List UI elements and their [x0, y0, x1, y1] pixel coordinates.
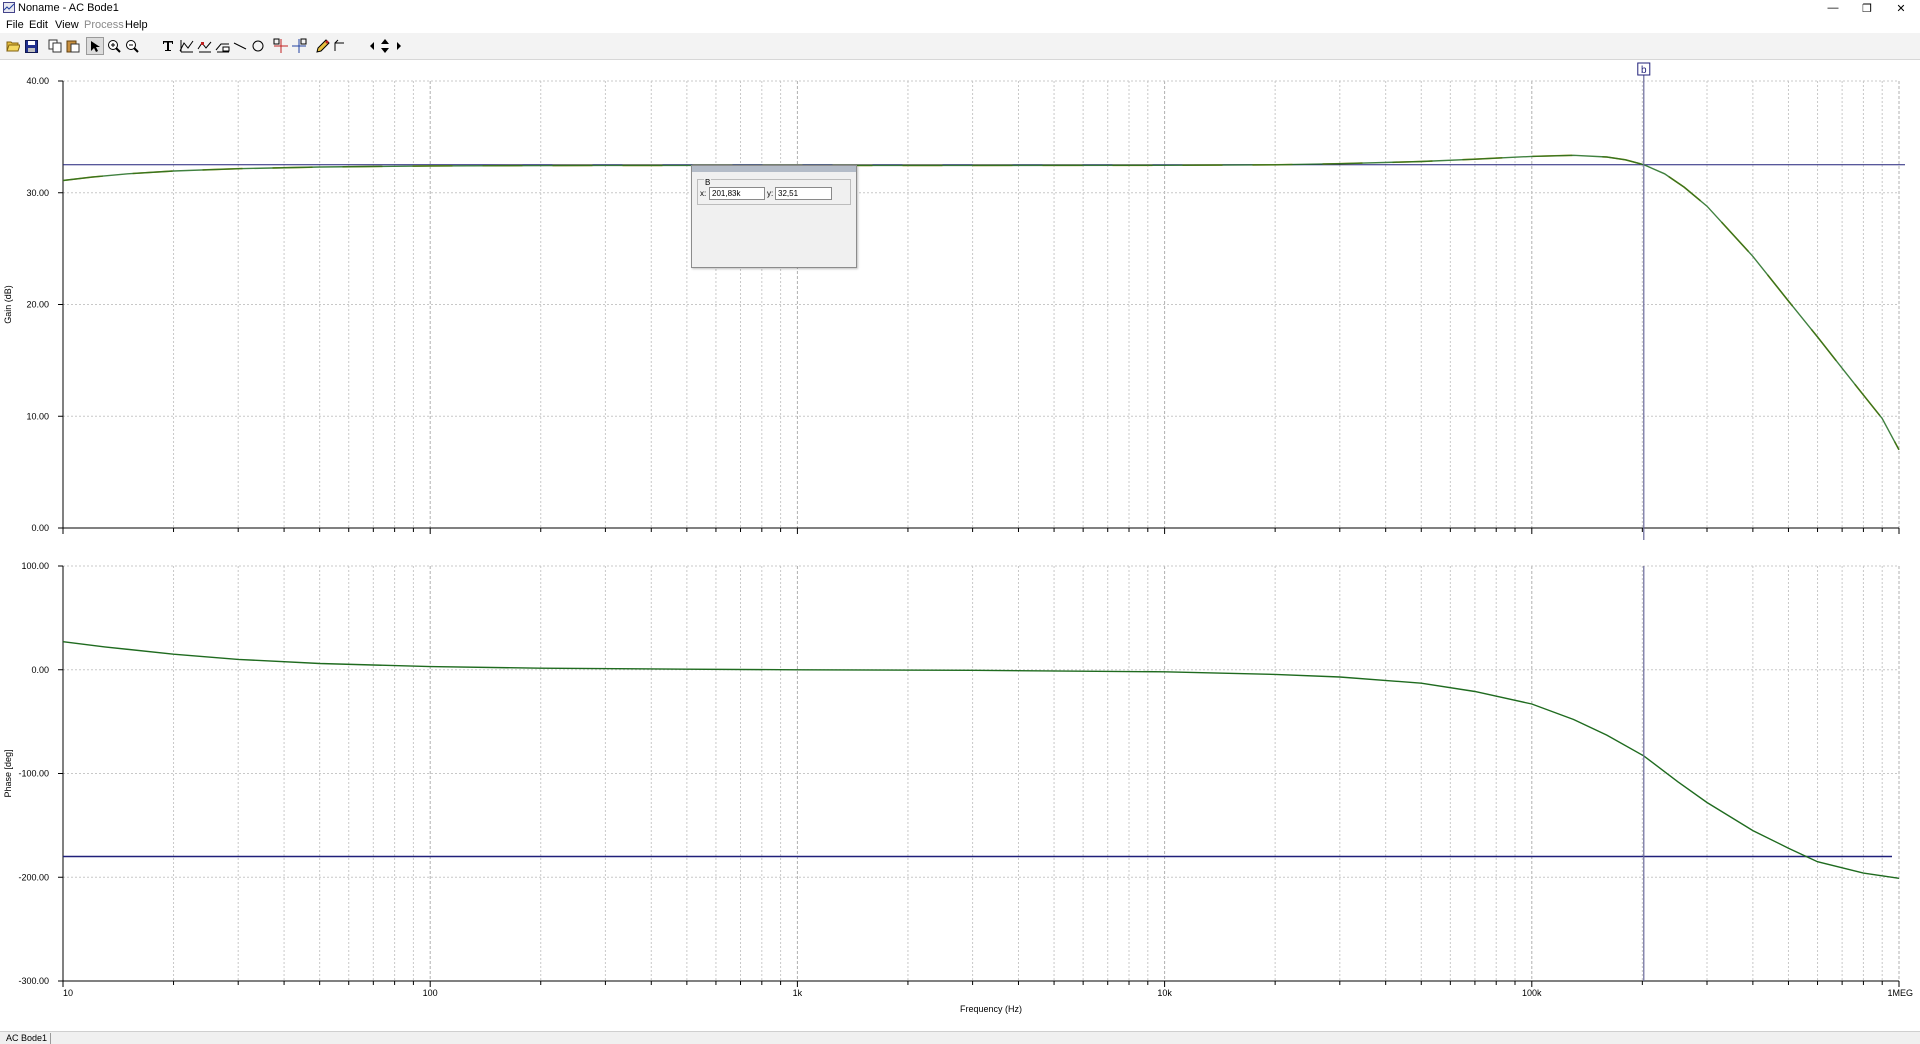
x-tick-label: 1k	[793, 988, 803, 998]
y-tick-label: 10.00	[26, 411, 49, 421]
y-tick-label: -200.00	[18, 872, 49, 882]
phase-panel[interactable]: -300.00 -200.00 -100.00 0.00 100.00 Phase [de…	[3, 561, 1913, 1014]
minimize-icon: —	[1827, 2, 1839, 14]
cursor-handle-label: b	[1641, 65, 1647, 76]
y-label: y:	[767, 189, 774, 198]
zoom-reset-icon[interactable]	[123, 37, 141, 55]
app-icon	[3, 2, 15, 13]
x-axis-label: Frequency (Hz)	[960, 1004, 1022, 1014]
bode-plot-canvas[interactable]: 0.00 10.00 20.00 30.00 40.00 Gain (dB) -300.0…	[0, 61, 1920, 1031]
marker-tool-icon[interactable]	[331, 37, 349, 55]
gain-panel[interactable]: 0.00 10.00 20.00 30.00 40.00 Gain (dB)	[3, 76, 1905, 534]
text-tool-icon[interactable]	[159, 37, 177, 55]
maximize-icon: ❐	[1862, 2, 1872, 15]
y-value-field[interactable]: 32,51	[775, 187, 832, 200]
x-label: x:	[700, 189, 707, 198]
y-axis-label: Gain (dB)	[3, 285, 13, 324]
open-icon[interactable]	[4, 37, 22, 55]
cursor-name: B	[704, 178, 712, 187]
window-title: Noname - AC Bode1	[18, 2, 119, 14]
up-down-icon[interactable]	[378, 37, 392, 55]
gain-trace	[62, 154, 1900, 451]
y-tick-label: 0.00	[31, 665, 49, 675]
menu-help[interactable]: Help	[125, 19, 148, 31]
title-bar: Noname - AC Bode1 — ❐ ✕	[0, 0, 1920, 16]
x-value-field[interactable]: 201,83k	[709, 187, 765, 200]
document-tab[interactable]: AC Bode1	[3, 1033, 52, 1044]
close-icon: ✕	[1896, 2, 1906, 15]
cursor-readout-group: B x: 201,83k y: 32,51	[697, 178, 851, 205]
menu-view[interactable]: View	[55, 19, 79, 31]
y-tick-label: 20.00	[26, 300, 49, 310]
save-icon[interactable]	[22, 37, 40, 55]
ellipse-tool-icon[interactable]	[249, 37, 267, 55]
gain-trace-overlay	[62, 154, 1900, 451]
toolbar	[0, 33, 1920, 60]
x-tick-label: 1MEG	[1887, 988, 1913, 998]
curve-label-icon[interactable]	[213, 37, 231, 55]
y-tick-label: 100.00	[21, 561, 49, 571]
cursor-b-icon[interactable]	[290, 37, 308, 55]
y-tick-label: 30.00	[26, 188, 49, 198]
curve-marker-icon[interactable]	[195, 37, 213, 55]
pencil-icon[interactable]	[313, 37, 331, 55]
x-tick-label: 10k	[1157, 988, 1172, 998]
y-axis-label: Phase [deg]	[3, 749, 13, 797]
paste-icon[interactable]	[64, 37, 82, 55]
menu-file[interactable]: File	[6, 19, 24, 31]
cursor-a-icon[interactable]	[272, 37, 290, 55]
y-tick-label: 0.00	[31, 523, 49, 533]
step-right-icon[interactable]	[393, 37, 405, 55]
cursor-b[interactable]: b	[1637, 62, 1651, 981]
line-tool-icon[interactable]	[231, 37, 249, 55]
x-tick-label: 10	[63, 988, 73, 998]
curve-edit-icon[interactable]	[177, 37, 195, 55]
bode-plot-area[interactable]: 0.00 10.00 20.00 30.00 40.00 Gain (dB) -300.0…	[0, 61, 1920, 1031]
menu-process[interactable]: Process	[84, 19, 124, 31]
y-tick-label: -300.00	[18, 976, 49, 986]
copy-icon[interactable]	[46, 37, 64, 55]
status-bar: AC Bode1	[0, 1031, 1920, 1044]
zoom-in-icon[interactable]	[105, 37, 123, 55]
select-arrow-icon[interactable]	[86, 37, 104, 55]
y-tick-label: -100.00	[18, 769, 49, 779]
popup-drag-handle[interactable]	[692, 166, 856, 172]
menu-bar: File Edit View Process Help	[0, 16, 1920, 33]
cursor-readout-popup[interactable]: B x: 201,83k y: 32,51	[691, 165, 857, 268]
step-left-icon[interactable]	[366, 37, 378, 55]
x-tick-label: 100	[423, 988, 438, 998]
menu-edit[interactable]: Edit	[29, 19, 48, 31]
x-tick-label: 100k	[1522, 988, 1542, 998]
phase-trace	[62, 641, 1900, 879]
y-tick-label: 40.00	[26, 76, 49, 86]
close-button[interactable]: ✕	[1881, 0, 1920, 16]
